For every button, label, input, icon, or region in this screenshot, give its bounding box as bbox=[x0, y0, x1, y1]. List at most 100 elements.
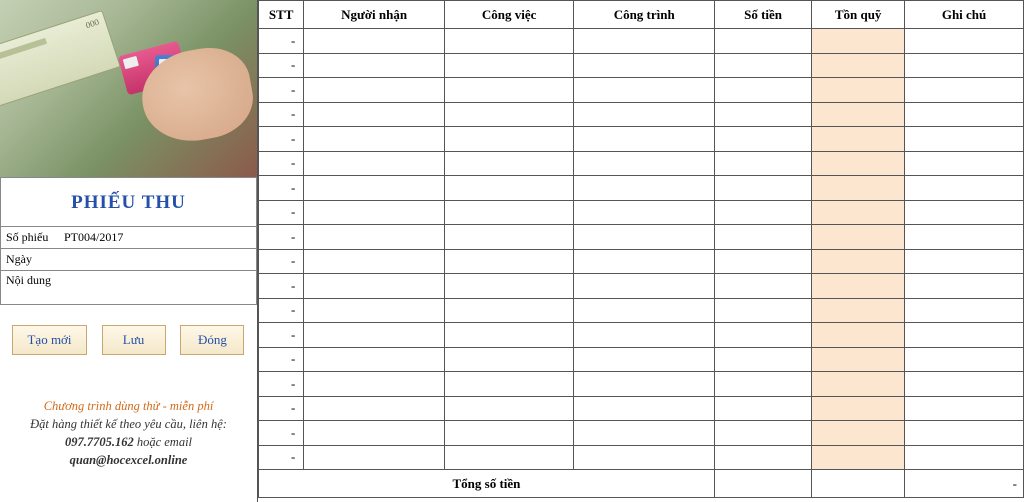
cell-amount[interactable] bbox=[714, 176, 811, 201]
date-value[interactable] bbox=[59, 258, 256, 262]
cell-project[interactable] bbox=[574, 176, 714, 201]
cell-job[interactable] bbox=[444, 445, 574, 470]
cell-project[interactable] bbox=[574, 396, 714, 421]
cell-project[interactable] bbox=[574, 200, 714, 225]
cell-project[interactable] bbox=[574, 53, 714, 78]
table-row[interactable]: - bbox=[259, 29, 1024, 54]
cell-project[interactable] bbox=[574, 225, 714, 250]
cell-recipient[interactable] bbox=[304, 78, 444, 103]
cell-stt[interactable]: - bbox=[259, 176, 304, 201]
table-row[interactable]: - bbox=[259, 102, 1024, 127]
cell-stt[interactable]: - bbox=[259, 200, 304, 225]
cell-note[interactable] bbox=[905, 225, 1024, 250]
cell-job[interactable] bbox=[444, 53, 574, 78]
cell-note[interactable] bbox=[905, 372, 1024, 397]
cell-amount[interactable] bbox=[714, 102, 811, 127]
cell-project[interactable] bbox=[574, 347, 714, 372]
cell-amount[interactable] bbox=[714, 29, 811, 54]
cell-amount[interactable] bbox=[714, 347, 811, 372]
cell-stt[interactable]: - bbox=[259, 372, 304, 397]
cell-recipient[interactable] bbox=[304, 102, 444, 127]
cell-note[interactable] bbox=[905, 274, 1024, 299]
cell-job[interactable] bbox=[444, 274, 574, 299]
table-row[interactable]: - bbox=[259, 323, 1024, 348]
cell-stt[interactable]: - bbox=[259, 102, 304, 127]
cell-job[interactable] bbox=[444, 29, 574, 54]
cell-amount[interactable] bbox=[714, 225, 811, 250]
cell-recipient[interactable] bbox=[304, 29, 444, 54]
table-row[interactable]: - bbox=[259, 225, 1024, 250]
cell-fund[interactable] bbox=[812, 421, 905, 446]
cell-job[interactable] bbox=[444, 323, 574, 348]
cell-amount[interactable] bbox=[714, 323, 811, 348]
cell-project[interactable] bbox=[574, 102, 714, 127]
cell-job[interactable] bbox=[444, 200, 574, 225]
cell-stt[interactable]: - bbox=[259, 323, 304, 348]
cell-note[interactable] bbox=[905, 127, 1024, 152]
cell-recipient[interactable] bbox=[304, 421, 444, 446]
cell-fund[interactable] bbox=[812, 225, 905, 250]
cell-project[interactable] bbox=[574, 372, 714, 397]
cell-stt[interactable]: - bbox=[259, 151, 304, 176]
cell-amount[interactable] bbox=[714, 298, 811, 323]
table-row[interactable]: - bbox=[259, 274, 1024, 299]
table-row[interactable]: - bbox=[259, 151, 1024, 176]
cell-stt[interactable]: - bbox=[259, 127, 304, 152]
cell-fund[interactable] bbox=[812, 249, 905, 274]
cell-recipient[interactable] bbox=[304, 347, 444, 372]
cell-note[interactable] bbox=[905, 347, 1024, 372]
cell-recipient[interactable] bbox=[304, 249, 444, 274]
cell-job[interactable] bbox=[444, 78, 574, 103]
table-row[interactable]: - bbox=[259, 249, 1024, 274]
cell-stt[interactable]: - bbox=[259, 78, 304, 103]
cell-recipient[interactable] bbox=[304, 176, 444, 201]
cell-project[interactable] bbox=[574, 323, 714, 348]
cell-fund[interactable] bbox=[812, 396, 905, 421]
cell-stt[interactable]: - bbox=[259, 29, 304, 54]
cell-job[interactable] bbox=[444, 225, 574, 250]
receipt-no-value[interactable]: PT004/2017 bbox=[59, 228, 256, 247]
cell-stt[interactable]: - bbox=[259, 298, 304, 323]
cell-job[interactable] bbox=[444, 249, 574, 274]
cell-recipient[interactable] bbox=[304, 372, 444, 397]
cell-job[interactable] bbox=[444, 298, 574, 323]
cell-job[interactable] bbox=[444, 102, 574, 127]
cell-amount[interactable] bbox=[714, 421, 811, 446]
cell-project[interactable] bbox=[574, 274, 714, 299]
cell-stt[interactable]: - bbox=[259, 445, 304, 470]
cell-note[interactable] bbox=[905, 78, 1024, 103]
cell-fund[interactable] bbox=[812, 200, 905, 225]
table-row[interactable]: - bbox=[259, 298, 1024, 323]
cell-recipient[interactable] bbox=[304, 323, 444, 348]
cell-recipient[interactable] bbox=[304, 298, 444, 323]
save-button[interactable]: Lưu bbox=[102, 325, 166, 355]
cell-note[interactable] bbox=[905, 396, 1024, 421]
cell-fund[interactable] bbox=[812, 445, 905, 470]
cell-note[interactable] bbox=[905, 102, 1024, 127]
cell-project[interactable] bbox=[574, 29, 714, 54]
cell-note[interactable] bbox=[905, 298, 1024, 323]
cell-job[interactable] bbox=[444, 347, 574, 372]
cell-recipient[interactable] bbox=[304, 127, 444, 152]
cell-note[interactable] bbox=[905, 249, 1024, 274]
cell-note[interactable] bbox=[905, 29, 1024, 54]
cell-stt[interactable]: - bbox=[259, 274, 304, 299]
cell-fund[interactable] bbox=[812, 78, 905, 103]
cell-recipient[interactable] bbox=[304, 53, 444, 78]
cell-stt[interactable]: - bbox=[259, 225, 304, 250]
cell-fund[interactable] bbox=[812, 323, 905, 348]
cell-recipient[interactable] bbox=[304, 200, 444, 225]
cell-job[interactable] bbox=[444, 421, 574, 446]
cell-project[interactable] bbox=[574, 78, 714, 103]
close-button[interactable]: Đóng bbox=[180, 325, 244, 355]
cell-recipient[interactable] bbox=[304, 225, 444, 250]
cell-stt[interactable]: - bbox=[259, 421, 304, 446]
cell-project[interactable] bbox=[574, 151, 714, 176]
cell-fund[interactable] bbox=[812, 274, 905, 299]
cell-project[interactable] bbox=[574, 421, 714, 446]
cell-project[interactable] bbox=[574, 249, 714, 274]
cell-fund[interactable] bbox=[812, 102, 905, 127]
cell-amount[interactable] bbox=[714, 274, 811, 299]
cell-amount[interactable] bbox=[714, 445, 811, 470]
content-value[interactable] bbox=[59, 271, 256, 275]
